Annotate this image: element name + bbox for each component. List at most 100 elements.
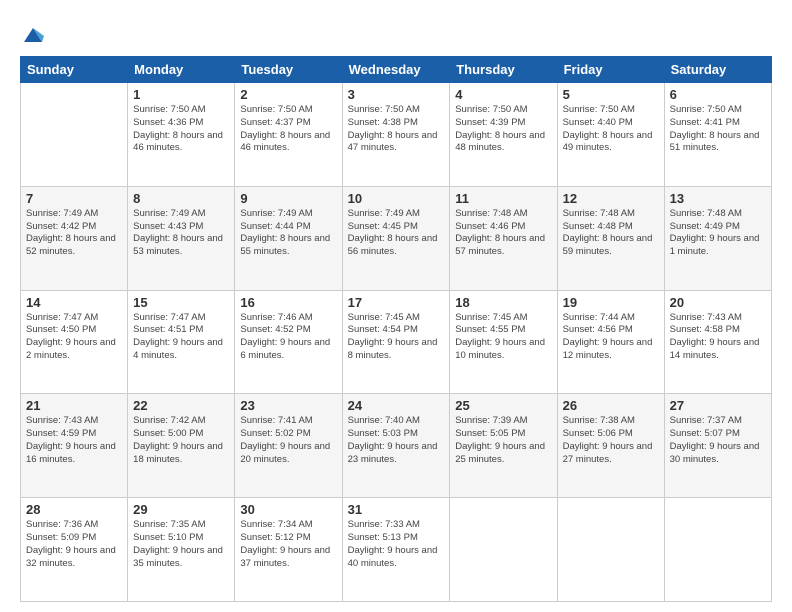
day-cell <box>557 498 664 602</box>
day-number: 11 <box>455 191 551 206</box>
day-cell: 8 Sunrise: 7:49 AMSunset: 4:43 PMDaylight… <box>128 186 235 290</box>
day-number: 28 <box>26 502 122 517</box>
day-number: 24 <box>348 398 445 413</box>
day-number: 31 <box>348 502 445 517</box>
weekday-sunday: Sunday <box>21 57 128 83</box>
week-row-2: 7 Sunrise: 7:49 AMSunset: 4:42 PMDaylight… <box>21 186 772 290</box>
day-info: Sunrise: 7:45 AMSunset: 4:55 PMDaylight:… <box>455 312 551 363</box>
day-cell: 1Sunrise: 7:50 AMSunset: 4:36 PMDaylight… <box>128 83 235 187</box>
logo <box>20 24 46 46</box>
weekday-saturday: Saturday <box>664 57 771 83</box>
day-cell: 26 Sunrise: 7:38 AMSunset: 5:06 PMDayligh… <box>557 394 664 498</box>
day-cell: 10 Sunrise: 7:49 AMSunset: 4:45 PMDayligh… <box>342 186 450 290</box>
day-number: 30 <box>240 502 336 517</box>
day-number: 4 <box>455 87 551 102</box>
day-cell: 15 Sunrise: 7:47 AMSunset: 4:51 PMDayligh… <box>128 290 235 394</box>
day-info: Sunrise: 7:47 AMSunset: 4:50 PMDaylight:… <box>26 312 122 363</box>
day-cell: 3 Sunrise: 7:50 AMSunset: 4:38 PMDaylight… <box>342 83 450 187</box>
day-cell: 20 Sunrise: 7:43 AMSunset: 4:58 PMDayligh… <box>664 290 771 394</box>
day-number: 13 <box>670 191 766 206</box>
day-info: Sunrise: 7:48 AMSunset: 4:49 PMDaylight:… <box>670 208 766 259</box>
day-number: 7 <box>26 191 122 206</box>
week-row-1: 1Sunrise: 7:50 AMSunset: 4:36 PMDaylight… <box>21 83 772 187</box>
day-number: 8 <box>133 191 229 206</box>
day-info: Sunrise: 7:37 AMSunset: 5:07 PMDaylight:… <box>670 415 766 466</box>
day-info: Sunrise: 7:41 AMSunset: 5:02 PMDaylight:… <box>240 415 336 466</box>
day-cell: 27 Sunrise: 7:37 AMSunset: 5:07 PMDayligh… <box>664 394 771 498</box>
day-info: Sunrise: 7:50 AMSunset: 4:39 PMDaylight:… <box>455 104 551 155</box>
day-info: Sunrise: 7:35 AMSunset: 5:10 PMDaylight:… <box>133 519 229 570</box>
day-info: Sunrise: 7:45 AMSunset: 4:54 PMDaylight:… <box>348 312 445 363</box>
weekday-tuesday: Tuesday <box>235 57 342 83</box>
day-info: Sunrise: 7:38 AMSunset: 5:06 PMDaylight:… <box>563 415 659 466</box>
weekday-thursday: Thursday <box>450 57 557 83</box>
day-cell: 29Sunrise: 7:35 AMSunset: 5:10 PMDayligh… <box>128 498 235 602</box>
day-info: Sunrise: 7:50 AMSunset: 4:37 PMDaylight:… <box>240 104 336 155</box>
day-number: 26 <box>563 398 659 413</box>
day-number: 2 <box>240 87 336 102</box>
day-number: 21 <box>26 398 122 413</box>
day-info: Sunrise: 7:36 AMSunset: 5:09 PMDaylight:… <box>26 519 122 570</box>
day-number: 17 <box>348 295 445 310</box>
week-row-4: 21Sunrise: 7:43 AMSunset: 4:59 PMDayligh… <box>21 394 772 498</box>
day-info: Sunrise: 7:47 AMSunset: 4:51 PMDaylight:… <box>133 312 229 363</box>
day-cell: 11Sunrise: 7:48 AMSunset: 4:46 PMDayligh… <box>450 186 557 290</box>
day-cell: 21Sunrise: 7:43 AMSunset: 4:59 PMDayligh… <box>21 394 128 498</box>
day-number: 27 <box>670 398 766 413</box>
logo-icon <box>22 24 44 46</box>
day-info: Sunrise: 7:39 AMSunset: 5:05 PMDaylight:… <box>455 415 551 466</box>
day-cell: 7 Sunrise: 7:49 AMSunset: 4:42 PMDaylight… <box>21 186 128 290</box>
day-number: 16 <box>240 295 336 310</box>
day-cell: 30 Sunrise: 7:34 AMSunset: 5:12 PMDayligh… <box>235 498 342 602</box>
day-info: Sunrise: 7:49 AMSunset: 4:42 PMDaylight:… <box>26 208 122 259</box>
day-cell: 22 Sunrise: 7:42 AMSunset: 5:00 PMDayligh… <box>128 394 235 498</box>
day-number: 14 <box>26 295 122 310</box>
day-cell: 12 Sunrise: 7:48 AMSunset: 4:48 PMDayligh… <box>557 186 664 290</box>
day-info: Sunrise: 7:43 AMSunset: 4:58 PMDaylight:… <box>670 312 766 363</box>
day-info: Sunrise: 7:48 AMSunset: 4:48 PMDaylight:… <box>563 208 659 259</box>
day-cell: 13 Sunrise: 7:48 AMSunset: 4:49 PMDayligh… <box>664 186 771 290</box>
day-cell: 23 Sunrise: 7:41 AMSunset: 5:02 PMDayligh… <box>235 394 342 498</box>
day-info: Sunrise: 7:50 AMSunset: 4:40 PMDaylight:… <box>563 104 659 155</box>
day-info: Sunrise: 7:44 AMSunset: 4:56 PMDaylight:… <box>563 312 659 363</box>
day-info: Sunrise: 7:42 AMSunset: 5:00 PMDaylight:… <box>133 415 229 466</box>
day-number: 22 <box>133 398 229 413</box>
day-number: 23 <box>240 398 336 413</box>
day-info: Sunrise: 7:50 AMSunset: 4:41 PMDaylight:… <box>670 104 766 155</box>
day-cell: 2 Sunrise: 7:50 AMSunset: 4:37 PMDaylight… <box>235 83 342 187</box>
day-cell: 18Sunrise: 7:45 AMSunset: 4:55 PMDayligh… <box>450 290 557 394</box>
day-info: Sunrise: 7:40 AMSunset: 5:03 PMDaylight:… <box>348 415 445 466</box>
day-number: 12 <box>563 191 659 206</box>
day-cell <box>450 498 557 602</box>
day-cell: 31 Sunrise: 7:33 AMSunset: 5:13 PMDayligh… <box>342 498 450 602</box>
calendar-table: SundayMondayTuesdayWednesdayThursdayFrid… <box>20 56 772 602</box>
day-cell: 9 Sunrise: 7:49 AMSunset: 4:44 PMDaylight… <box>235 186 342 290</box>
day-number: 6 <box>670 87 766 102</box>
day-number: 1 <box>133 87 229 102</box>
day-cell: 4 Sunrise: 7:50 AMSunset: 4:39 PMDaylight… <box>450 83 557 187</box>
day-cell <box>21 83 128 187</box>
day-info: Sunrise: 7:50 AMSunset: 4:38 PMDaylight:… <box>348 104 445 155</box>
day-info: Sunrise: 7:49 AMSunset: 4:43 PMDaylight:… <box>133 208 229 259</box>
day-cell: 24 Sunrise: 7:40 AMSunset: 5:03 PMDayligh… <box>342 394 450 498</box>
day-number: 25 <box>455 398 551 413</box>
day-info: Sunrise: 7:34 AMSunset: 5:12 PMDaylight:… <box>240 519 336 570</box>
weekday-friday: Friday <box>557 57 664 83</box>
day-cell: 17 Sunrise: 7:45 AMSunset: 4:54 PMDayligh… <box>342 290 450 394</box>
day-number: 20 <box>670 295 766 310</box>
day-cell: 14 Sunrise: 7:47 AMSunset: 4:50 PMDayligh… <box>21 290 128 394</box>
day-number: 10 <box>348 191 445 206</box>
day-number: 9 <box>240 191 336 206</box>
day-cell: 28 Sunrise: 7:36 AMSunset: 5:09 PMDayligh… <box>21 498 128 602</box>
day-number: 15 <box>133 295 229 310</box>
day-info: Sunrise: 7:49 AMSunset: 4:45 PMDaylight:… <box>348 208 445 259</box>
day-number: 3 <box>348 87 445 102</box>
day-cell: 16Sunrise: 7:46 AMSunset: 4:52 PMDayligh… <box>235 290 342 394</box>
week-row-5: 28 Sunrise: 7:36 AMSunset: 5:09 PMDayligh… <box>21 498 772 602</box>
day-cell: 25 Sunrise: 7:39 AMSunset: 5:05 PMDayligh… <box>450 394 557 498</box>
day-info: Sunrise: 7:49 AMSunset: 4:44 PMDaylight:… <box>240 208 336 259</box>
header <box>20 20 772 46</box>
day-info: Sunrise: 7:33 AMSunset: 5:13 PMDaylight:… <box>348 519 445 570</box>
weekday-monday: Monday <box>128 57 235 83</box>
page: SundayMondayTuesdayWednesdayThursdayFrid… <box>0 0 792 612</box>
